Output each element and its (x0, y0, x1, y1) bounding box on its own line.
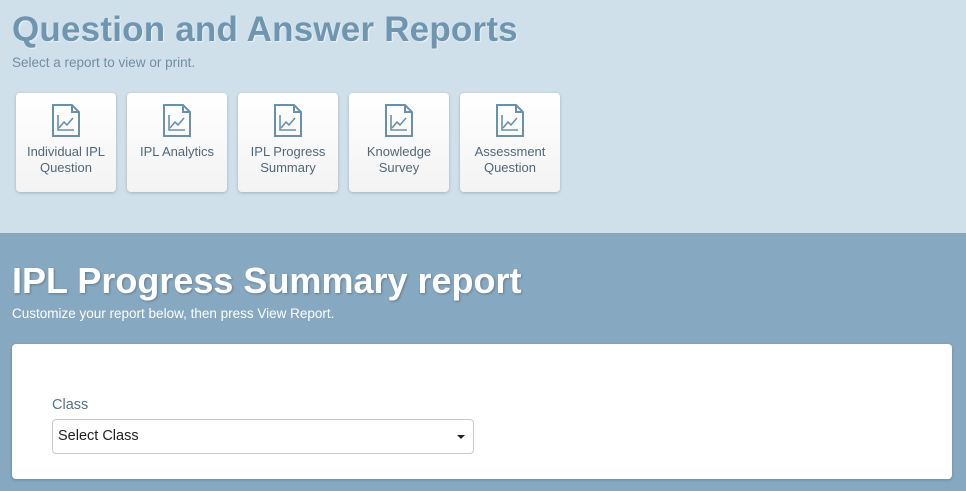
class-select[interactable]: Select Class (52, 419, 474, 454)
report-cards: Individual IPL Question IPL Analytics IP… (16, 93, 560, 192)
report-config-section: IPL Progress Summary report Customize yo… (0, 233, 966, 491)
report-card-individual-ipl-question[interactable]: Individual IPL Question (16, 93, 116, 192)
report-chart-icon (496, 104, 524, 137)
report-options-panel: Class Select Class (12, 344, 952, 479)
report-chart-icon (163, 104, 191, 137)
report-subtitle: Customize your report below, then press … (12, 306, 335, 321)
report-card-label: IPL Progress Summary (250, 144, 326, 175)
page-subtitle: Select a report to view or print. (12, 55, 196, 70)
report-card-label: Individual IPL Question (26, 144, 106, 175)
report-card-assessment-question[interactable]: Assessment Question (460, 93, 560, 192)
reports-header-section: Question and Answer Reports Select a rep… (0, 0, 966, 233)
class-field-label: Class (52, 397, 89, 413)
class-select-value: Select Class (58, 428, 139, 444)
report-card-label: IPL Analytics (140, 144, 214, 159)
report-title: IPL Progress Summary report (12, 260, 522, 301)
report-card-ipl-analytics[interactable]: IPL Analytics (127, 93, 227, 192)
report-card-label: Assessment Question (474, 144, 546, 175)
report-chart-icon (385, 104, 413, 137)
report-card-ipl-progress-summary[interactable]: IPL Progress Summary (238, 93, 338, 192)
page-title: Question and Answer Reports (12, 10, 518, 49)
report-chart-icon (52, 104, 80, 137)
caret-down-icon (457, 435, 465, 439)
report-chart-icon (274, 104, 302, 137)
report-card-label: Knowledge Survey (366, 144, 432, 175)
report-card-knowledge-survey[interactable]: Knowledge Survey (349, 93, 449, 192)
